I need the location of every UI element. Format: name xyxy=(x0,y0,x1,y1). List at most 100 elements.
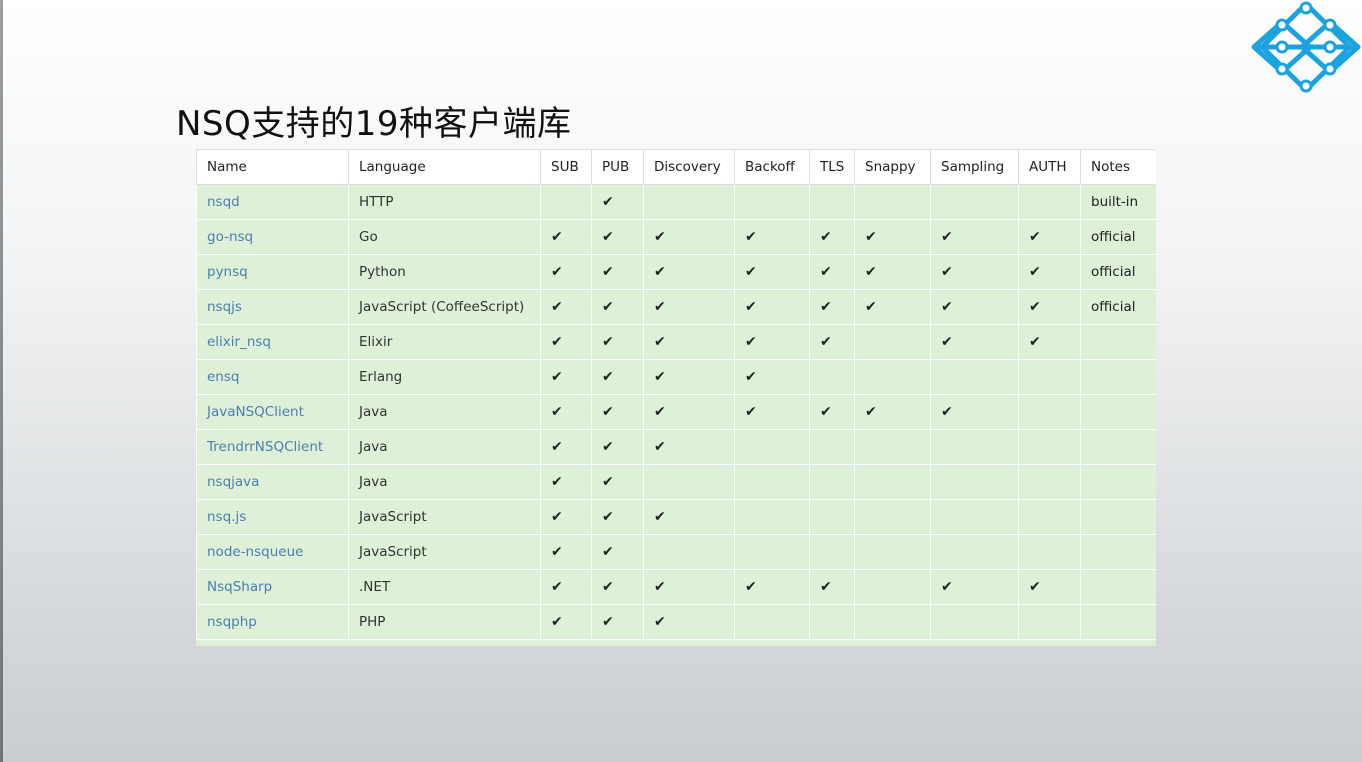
auth-support-cell xyxy=(1018,604,1081,640)
checkmark-icon: ✔ xyxy=(602,579,614,595)
snappy-support-cell xyxy=(854,359,931,395)
checkmark-icon: ✔ xyxy=(654,369,666,385)
checkmark-icon: ✔ xyxy=(1029,229,1041,245)
checkmark-icon: ✔ xyxy=(602,194,614,210)
checkmark-icon: ✔ xyxy=(654,509,666,525)
table-row: TrendrrNSQClient Java ✔ ✔ ✔ xyxy=(196,429,1156,465)
library-name-link[interactable]: NsqSharp xyxy=(196,569,349,605)
checkmark-icon: ✔ xyxy=(941,404,953,420)
sampling-support-cell: ✔ xyxy=(930,254,1019,290)
sampling-support-cell: ✔ xyxy=(930,324,1019,360)
checkmark-icon: ✔ xyxy=(551,509,563,525)
table-row: nsqphp PHP ✔ ✔ ✔ xyxy=(196,604,1156,640)
discovery-support-cell xyxy=(643,184,735,220)
checkmark-icon: ✔ xyxy=(551,579,563,595)
checkmark-icon: ✔ xyxy=(551,614,563,630)
library-name-link[interactable]: nsqjs xyxy=(196,289,349,325)
column-header-snappy: Snappy xyxy=(854,149,931,185)
checkmark-icon: ✔ xyxy=(602,439,614,455)
sub-support-cell: ✔ xyxy=(540,464,592,500)
tls-support-cell xyxy=(809,604,855,640)
checkmark-icon: ✔ xyxy=(551,334,563,350)
library-name-link[interactable]: JavaNSQClient xyxy=(196,394,349,430)
auth-support-cell xyxy=(1018,184,1081,220)
checkmark-icon: ✔ xyxy=(551,369,563,385)
checkmark-icon: ✔ xyxy=(551,544,563,560)
snappy-support-cell: ✔ xyxy=(854,289,931,325)
checkmark-icon: ✔ xyxy=(602,509,614,525)
checkmark-icon: ✔ xyxy=(865,229,877,245)
snappy-support-cell xyxy=(854,499,931,535)
column-header-pub: PUB xyxy=(591,149,644,185)
tls-support-cell xyxy=(809,184,855,220)
column-header-tls: TLS xyxy=(809,149,855,185)
auth-support-cell xyxy=(1018,534,1081,570)
pub-support-cell: ✔ xyxy=(591,499,644,535)
checkmark-icon: ✔ xyxy=(602,299,614,315)
checkmark-icon: ✔ xyxy=(820,299,832,315)
checkmark-icon: ✔ xyxy=(820,404,832,420)
sub-support-cell: ✔ xyxy=(540,359,592,395)
library-name-link[interactable]: ensq xyxy=(196,359,349,395)
checkmark-icon: ✔ xyxy=(654,299,666,315)
library-language: HTTP xyxy=(348,184,541,220)
discovery-support-cell: ✔ xyxy=(643,219,735,255)
checkmark-icon: ✔ xyxy=(865,404,877,420)
backoff-support-cell xyxy=(734,534,810,570)
sub-support-cell: ✔ xyxy=(540,394,592,430)
library-name-link[interactable]: nsqphp xyxy=(196,604,349,640)
library-name-link[interactable]: pynsq xyxy=(196,254,349,290)
column-header-sampling: Sampling xyxy=(930,149,1019,185)
backoff-support-cell xyxy=(734,499,810,535)
table-row: nsqd HTTP ✔ built-in xyxy=(196,184,1156,220)
tls-support-cell xyxy=(809,359,855,395)
checkmark-icon: ✔ xyxy=(602,229,614,245)
checkmark-icon: ✔ xyxy=(602,369,614,385)
library-name-link[interactable]: nsqjava xyxy=(196,464,349,500)
column-header-language: Language xyxy=(348,149,541,185)
sub-support-cell: ✔ xyxy=(540,289,592,325)
tls-support-cell xyxy=(809,499,855,535)
library-language: Python xyxy=(348,254,541,290)
checkmark-icon: ✔ xyxy=(820,264,832,280)
table-row: node-nsqueue JavaScript ✔ ✔ xyxy=(196,534,1156,570)
library-notes xyxy=(1080,324,1156,360)
table-header-row: Name Language SUB PUB Discovery Backoff TLS Sna… xyxy=(196,149,1156,185)
column-header-auth: AUTH xyxy=(1018,149,1081,185)
backoff-support-cell xyxy=(734,184,810,220)
pub-support-cell: ✔ xyxy=(591,534,644,570)
discovery-support-cell: ✔ xyxy=(643,429,735,465)
checkmark-icon: ✔ xyxy=(941,299,953,315)
pub-support-cell: ✔ xyxy=(591,219,644,255)
library-notes xyxy=(1080,464,1156,500)
tls-support-cell xyxy=(809,429,855,465)
library-name-link[interactable]: go-nsq xyxy=(196,219,349,255)
snappy-support-cell xyxy=(854,464,931,500)
pub-support-cell: ✔ xyxy=(591,289,644,325)
library-name-link[interactable]: node-nsqueue xyxy=(196,534,349,570)
snappy-support-cell: ✔ xyxy=(854,394,931,430)
sampling-support-cell xyxy=(930,604,1019,640)
library-name-link[interactable]: elixir_nsq xyxy=(196,324,349,360)
discovery-support-cell: ✔ xyxy=(643,254,735,290)
sub-support-cell: ✔ xyxy=(540,254,592,290)
library-notes xyxy=(1080,359,1156,395)
library-name-link[interactable]: TrendrrNSQClient xyxy=(196,429,349,465)
tls-support-cell: ✔ xyxy=(809,219,855,255)
checkmark-icon: ✔ xyxy=(745,334,757,350)
library-notes: official xyxy=(1080,289,1156,325)
column-header-name: Name xyxy=(196,149,349,185)
tls-support-cell xyxy=(809,464,855,500)
library-language: Elixir xyxy=(348,324,541,360)
discovery-support-cell: ✔ xyxy=(643,499,735,535)
snappy-support-cell: ✔ xyxy=(854,254,931,290)
library-name-link[interactable]: nsq.js xyxy=(196,499,349,535)
library-notes xyxy=(1080,394,1156,430)
slide-left-edge xyxy=(0,0,3,762)
tls-support-cell: ✔ xyxy=(809,289,855,325)
library-name-link[interactable]: nsqd xyxy=(196,184,349,220)
pub-support-cell: ✔ xyxy=(591,429,644,465)
discovery-support-cell: ✔ xyxy=(643,359,735,395)
tls-support-cell: ✔ xyxy=(809,254,855,290)
tls-support-cell: ✔ xyxy=(809,324,855,360)
